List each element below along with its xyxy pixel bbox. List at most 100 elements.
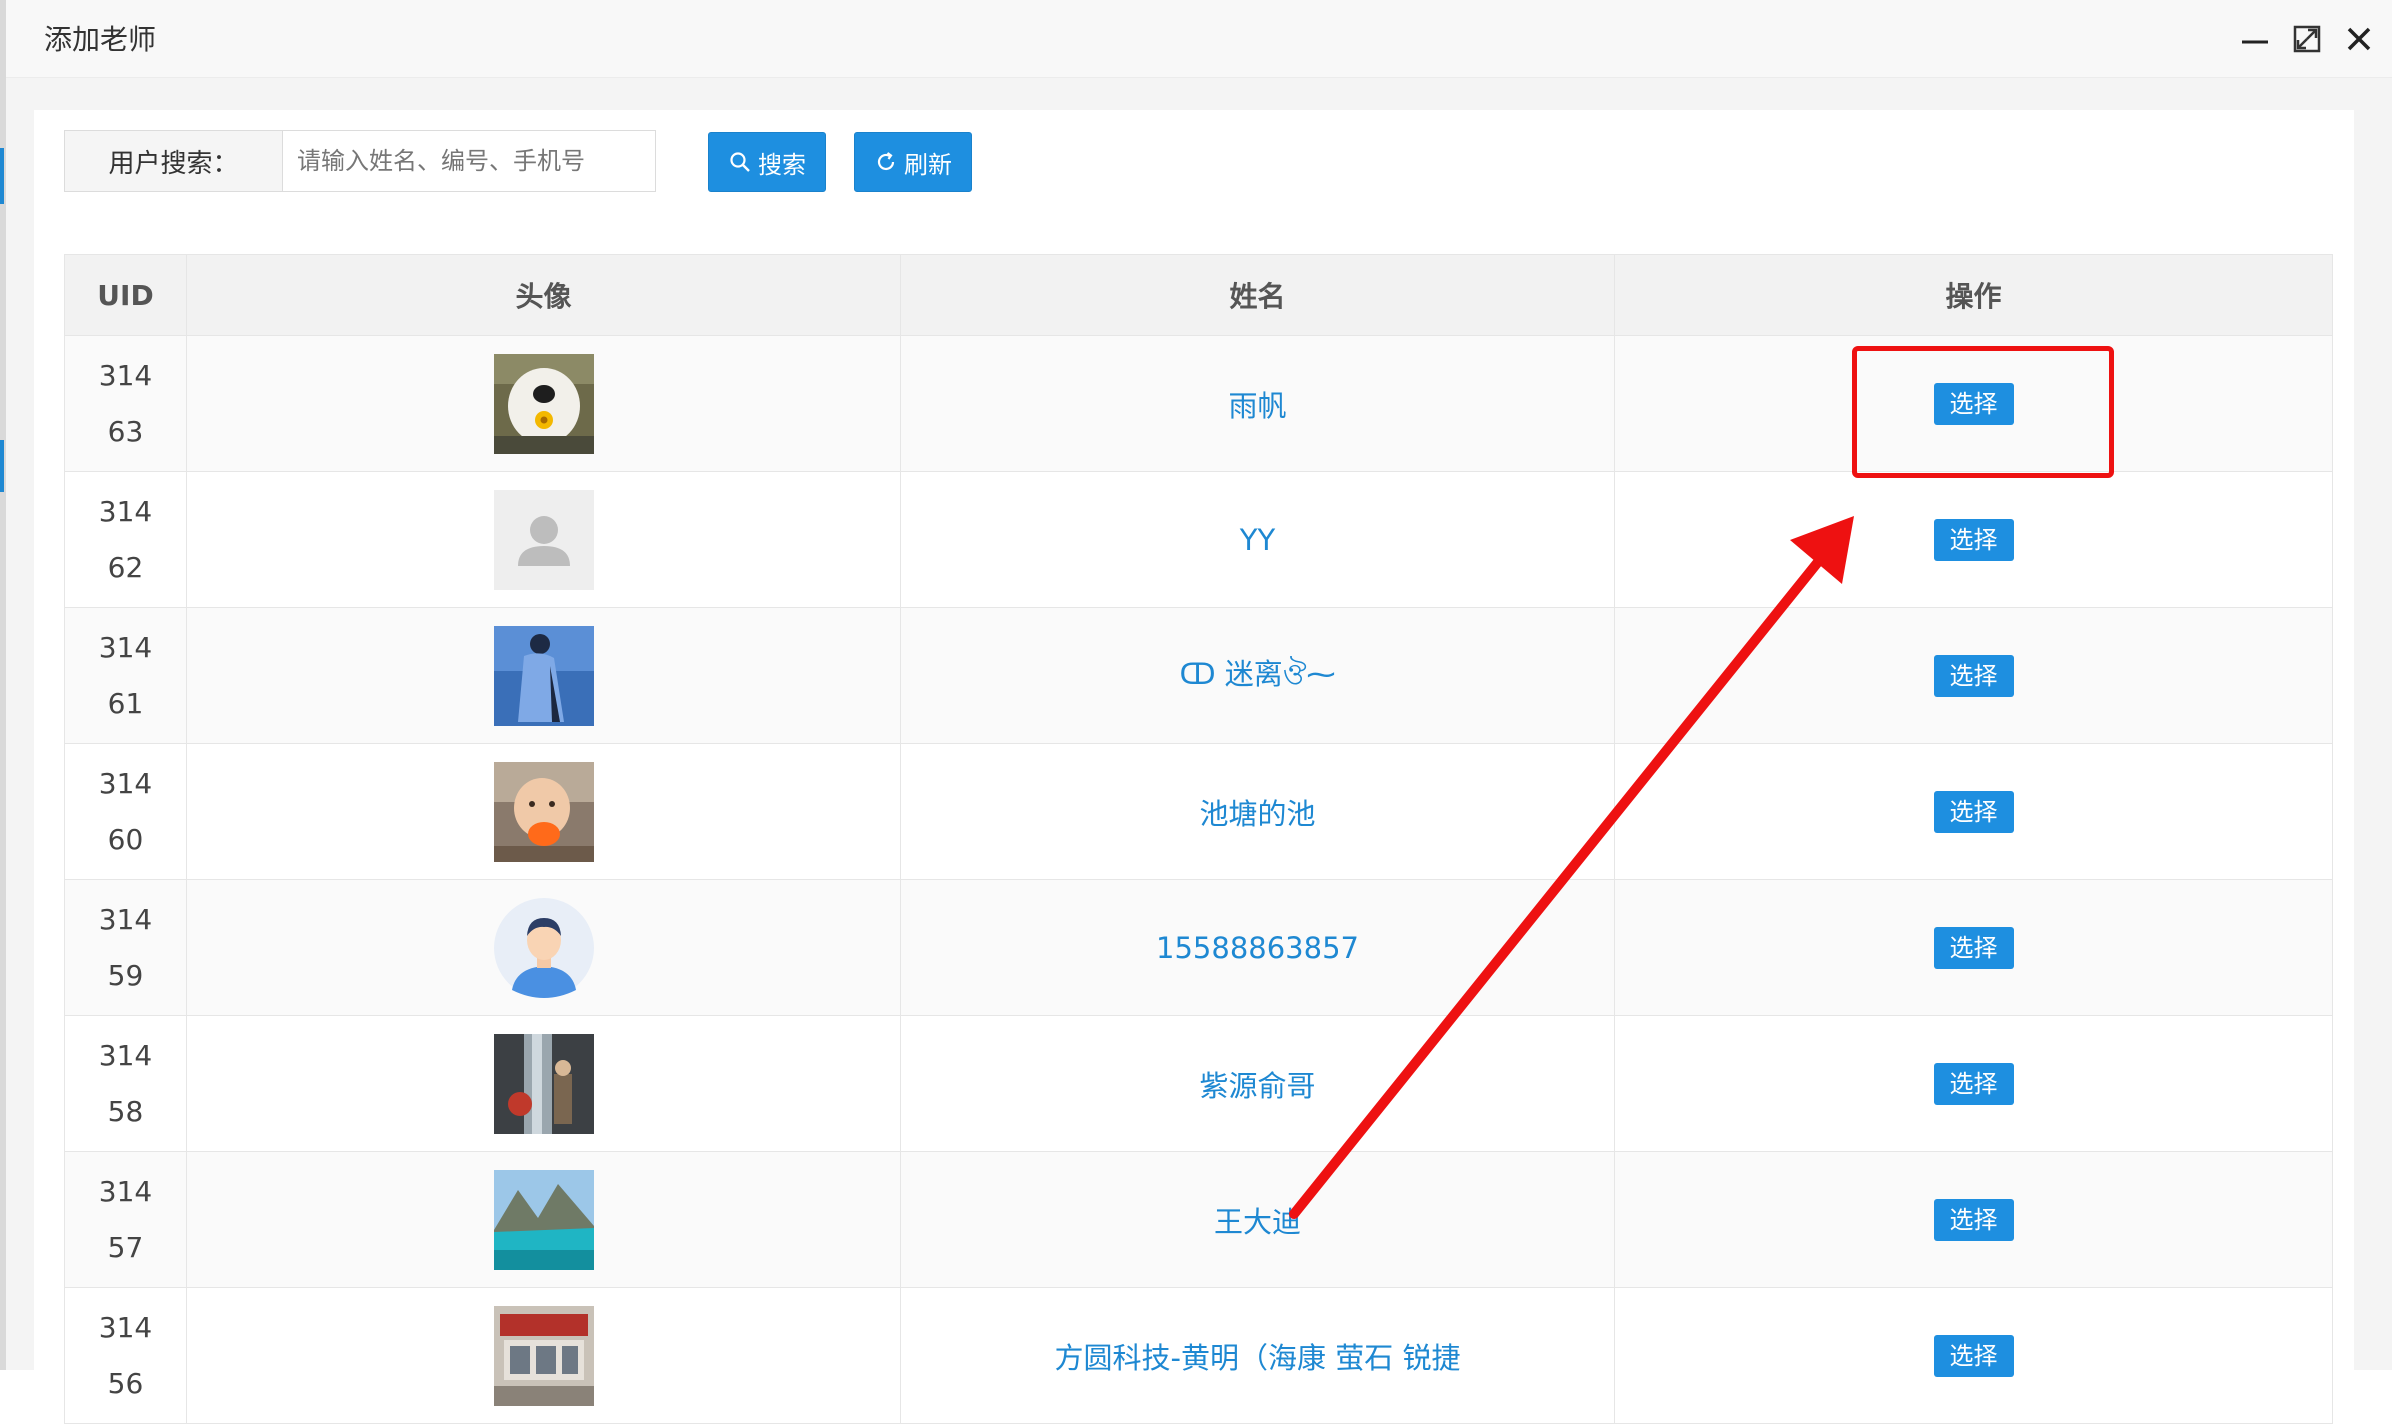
modal-titlebar: 添加老师: [6, 0, 2392, 78]
action-cell: 选择: [1614, 1287, 2333, 1424]
avatar-cell: [186, 335, 901, 472]
uid-part: 62: [107, 550, 144, 584]
avatar: [493, 1169, 594, 1270]
avatar: [493, 761, 594, 862]
uid-part: 314: [98, 630, 153, 664]
teacher-name-link[interactable]: 王大迪: [1214, 1205, 1301, 1239]
teacher-name-link[interactable]: YY: [1240, 523, 1275, 557]
search-button[interactable]: 搜索: [708, 132, 826, 192]
column-header-avatar[interactable]: 头像: [186, 254, 901, 336]
uid-part: 63: [107, 414, 144, 448]
table-row: 314 58 紫源俞哥 选择: [64, 1015, 2333, 1152]
select-button[interactable]: 选择: [1933, 926, 2014, 969]
left-edge-mark: [0, 440, 4, 492]
content-panel: 用户搜索： 搜索 刷新 UID 头像 姓名 操作: [34, 110, 2354, 1424]
user-search-input[interactable]: [283, 131, 655, 191]
uid-part: 314: [98, 902, 153, 936]
avatar-cell: [186, 1151, 901, 1288]
uid-part: 59: [107, 958, 144, 992]
maximize-icon[interactable]: [2290, 22, 2324, 56]
select-button[interactable]: 选择: [1933, 382, 2014, 425]
table-row: 314 57 王大迪 选择: [64, 1151, 2333, 1288]
select-button[interactable]: 选择: [1933, 790, 2014, 833]
name-cell: ↀ 迷离ঔ⁓: [900, 607, 1615, 744]
uid-cell: 314 61: [64, 607, 187, 744]
user-search-label: 用户搜索：: [65, 131, 283, 191]
select-button[interactable]: 选择: [1933, 1334, 2014, 1377]
avatar-cell: [186, 471, 901, 608]
select-button[interactable]: 选择: [1933, 1198, 2014, 1241]
select-button[interactable]: 选择: [1933, 654, 2014, 697]
default-person-icon: [493, 489, 594, 590]
uid-cell: 314 57: [64, 1151, 187, 1288]
teacher-name-link[interactable]: 雨帆: [1228, 389, 1286, 423]
name-cell: 王大迪: [900, 1151, 1615, 1288]
avatar: [493, 625, 594, 726]
uid-cell: 314 59: [64, 879, 187, 1016]
left-edge-mark: [0, 148, 4, 204]
uid-part: 314: [98, 494, 153, 528]
name-cell: 紫源俞哥: [900, 1015, 1615, 1152]
table-row: 314 63 雨帆 选择: [64, 335, 2333, 472]
select-button[interactable]: 选择: [1933, 1062, 2014, 1105]
action-cell: 选择: [1614, 1151, 2333, 1288]
uid-cell: 314 56: [64, 1287, 187, 1424]
teacher-table: UID 头像 姓名 操作 314 63 雨帆 选择 314 62 YY 选择 3…: [64, 254, 2333, 1424]
uid-part: 314: [98, 1174, 153, 1208]
teacher-name-link[interactable]: 紫源俞哥: [1199, 1069, 1315, 1103]
avatar-cell: [186, 607, 901, 744]
table-row: 314 59 15588863857 选择: [64, 879, 2333, 1016]
uid-part: 57: [107, 1230, 144, 1264]
table-row: 314 61 ↀ 迷离ঔ⁓ 选择: [64, 607, 2333, 744]
uid-part: 314: [98, 358, 153, 392]
avatar-cell: [186, 879, 901, 1016]
avatar-cell: [186, 1015, 901, 1152]
action-cell: 选择: [1614, 879, 2333, 1016]
column-header-uid[interactable]: UID: [64, 254, 187, 336]
teacher-name-link[interactable]: ↀ 迷离ঔ⁓: [1179, 657, 1335, 691]
name-cell: 池塘的池: [900, 743, 1615, 880]
uid-part: 58: [107, 1094, 144, 1128]
avatar: [493, 1033, 594, 1134]
uid-part: 314: [98, 1038, 153, 1072]
refresh-button[interactable]: 刷新: [854, 132, 972, 192]
uid-cell: 314 60: [64, 743, 187, 880]
name-cell: 15588863857: [900, 879, 1615, 1016]
name-cell: YY: [900, 471, 1615, 608]
select-button[interactable]: 选择: [1933, 518, 2014, 561]
uid-part: 61: [107, 686, 144, 720]
column-header-action[interactable]: 操作: [1614, 254, 2333, 336]
modal-title: 添加老师: [44, 23, 157, 56]
uid-part: 314: [98, 766, 153, 800]
search-button-label: 搜索: [758, 150, 806, 179]
refresh-button-label: 刷新: [904, 150, 952, 179]
uid-cell: 314 63: [64, 335, 187, 472]
table-row: 314 62 YY 选择: [64, 471, 2333, 608]
action-cell: 选择: [1614, 743, 2333, 880]
uid-part: 56: [107, 1366, 144, 1400]
action-cell: 选择: [1614, 1015, 2333, 1152]
table-row: 314 60 池塘的池 选择: [64, 743, 2333, 880]
action-cell: 选择: [1614, 471, 2333, 608]
close-icon[interactable]: [2342, 22, 2376, 56]
column-header-name[interactable]: 姓名: [900, 254, 1615, 336]
avatar: [493, 1305, 594, 1406]
teacher-name-link[interactable]: 15588863857: [1156, 931, 1359, 965]
search-icon: [730, 152, 750, 172]
avatar: [493, 353, 594, 454]
uid-cell: 314 58: [64, 1015, 187, 1152]
avatar-cell: [186, 1287, 901, 1424]
table-header-row: UID 头像 姓名 操作: [64, 254, 2333, 336]
teacher-name-link[interactable]: 池塘的池: [1199, 797, 1315, 831]
name-cell: 方圆科技-黄明（海康 萤石 锐捷: [900, 1287, 1615, 1424]
action-cell: 选择: [1614, 607, 2333, 744]
minimize-icon[interactable]: [2238, 22, 2272, 56]
name-cell: 雨帆: [900, 335, 1615, 472]
action-cell: 选择: [1614, 335, 2333, 472]
table-row: 314 56 方圆科技-黄明（海康 萤石 锐捷 选择: [64, 1287, 2333, 1424]
uid-part: 60: [107, 822, 144, 856]
teacher-name-link[interactable]: 方圆科技-黄明（海康 萤石 锐捷: [1055, 1341, 1461, 1375]
avatar-cell: [186, 743, 901, 880]
user-search-group: 用户搜索：: [64, 130, 656, 192]
avatar: [493, 897, 594, 998]
